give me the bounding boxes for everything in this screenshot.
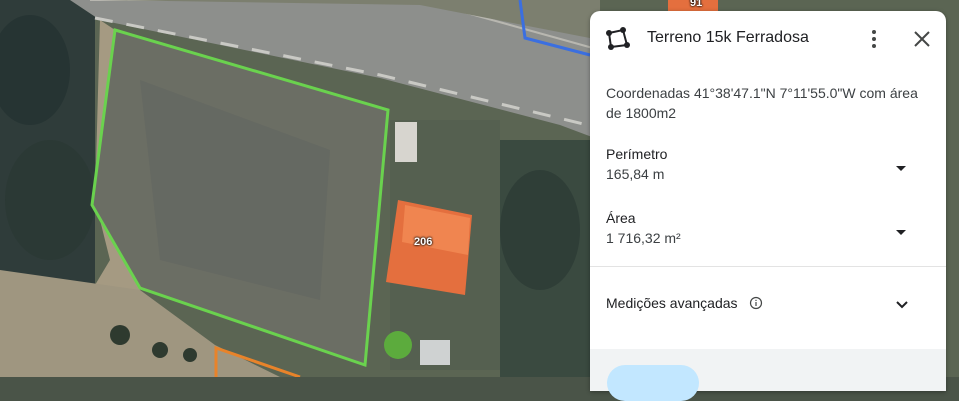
advanced-measurements-label: Medições avançadas [606,295,738,311]
panel-header: Terreno 15k Ferradosa [590,11,946,67]
area-row[interactable]: Área 1 716,32 m² [590,210,946,254]
info-icon[interactable] [749,296,763,310]
panel-footer [590,349,946,401]
parcel-number-label: 91 [690,0,703,9]
caret-down-icon[interactable] [891,222,911,242]
more-vert-icon[interactable] [862,27,886,51]
panel-title: Terreno 15k Ferradosa [647,29,809,46]
chevron-down-icon[interactable] [892,294,912,314]
measure-distance-panel: Terreno 15k Ferradosa Coordenadas 41°38'… [590,11,946,401]
advanced-measurements-row[interactable]: Medições avançadas [590,281,946,325]
perimeter-row[interactable]: Perímetro 165,84 m [590,146,946,190]
area-value: 1 716,32 m² [606,230,681,246]
caret-down-icon[interactable] [891,158,911,178]
parcel-number-label: 206 [414,236,433,248]
polygon-shape-icon [606,27,630,50]
footer-action-button[interactable] [607,365,699,401]
perimeter-label: Perímetro [606,146,668,162]
area-label: Área [606,210,636,226]
coordinates-text: Coordenadas 41°38'47.1"N 7°11'55.0"W com… [606,85,918,121]
close-icon[interactable] [910,27,934,51]
perimeter-value: 165,84 m [606,166,665,182]
divider [590,266,946,267]
